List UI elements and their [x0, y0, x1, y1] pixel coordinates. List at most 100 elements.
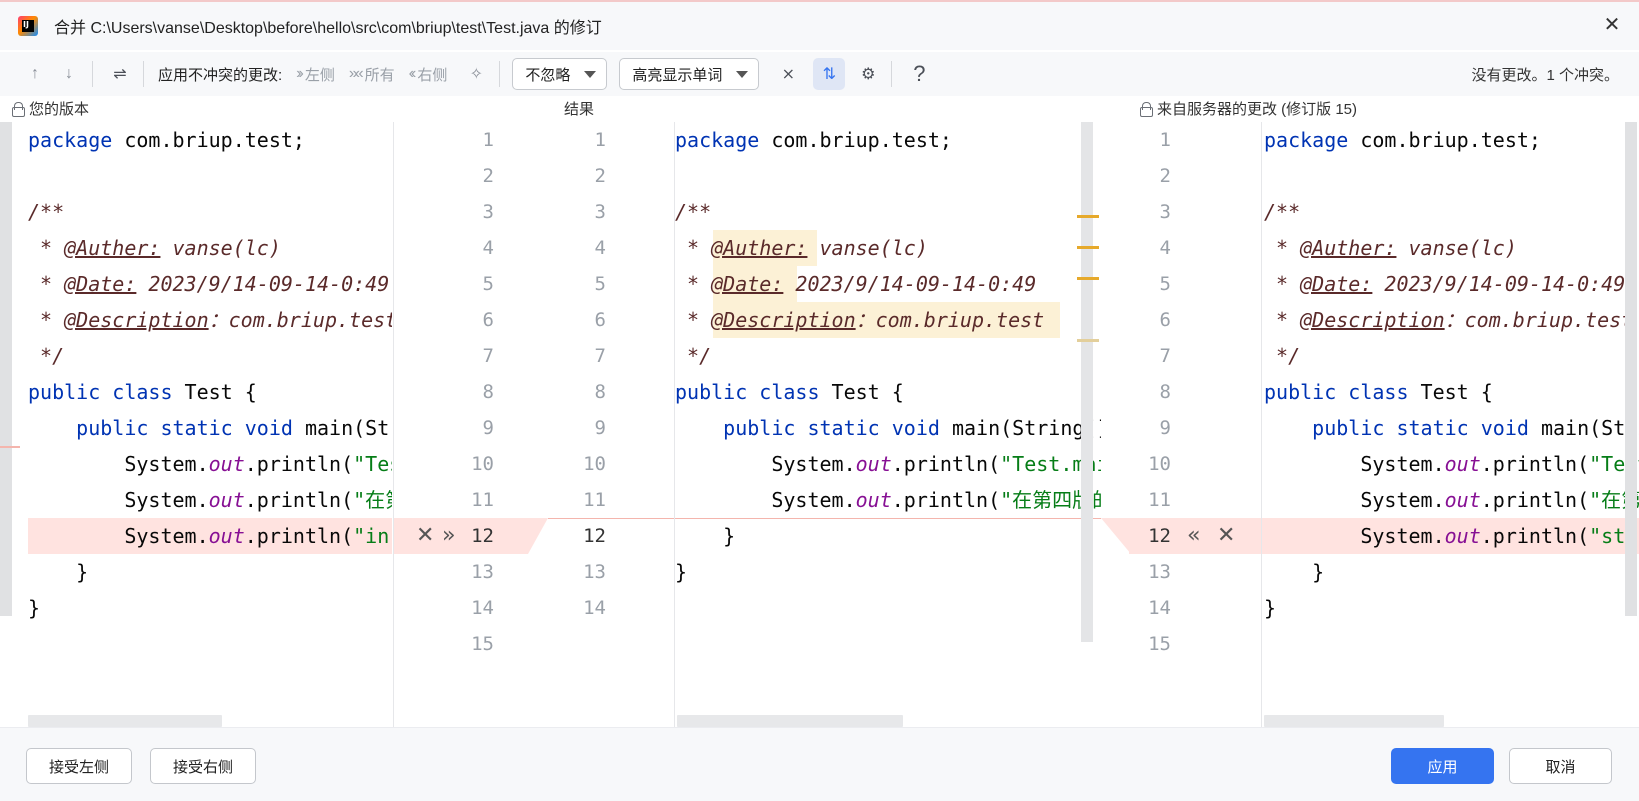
code-line: * @Date: 2023/9/14-09-14-0:49: [675, 272, 1037, 296]
line-number: 8: [482, 381, 494, 403]
intellij-logo-icon: IJ: [18, 16, 38, 36]
close-icon[interactable]: ✕: [1601, 14, 1623, 36]
dialog-footer: 接受左侧 接受右侧 应用 取消: [0, 727, 1639, 801]
line-number: 15: [471, 633, 494, 655]
line-number: 6: [482, 309, 494, 331]
collapse-unchanged-icon[interactable]: ⨯: [773, 59, 803, 89]
apply-all-button[interactable]: »« 所有: [349, 64, 395, 85]
right-pane-header: 来自服务器的更改 (修订版 15): [1140, 96, 1357, 120]
result-editor[interactable]: package com.briup.test; /** * @Auther: v…: [675, 122, 1101, 727]
accept-right-button[interactable]: 接受右侧: [150, 748, 256, 784]
code-line: package com.briup.test;: [28, 128, 305, 152]
double-chevron-left-icon: ‹‹: [408, 65, 416, 82]
code-line: public static void main(String[] args) {: [1264, 416, 1639, 440]
toolbar-separator: [92, 61, 93, 87]
compare-contents-icon[interactable]: ⇌: [105, 59, 135, 89]
left-editor[interactable]: package com.briup.test; /** * @Auther: v…: [0, 122, 392, 727]
code-line: * @Date: 2023/9/14-09-14-0:49: [1264, 272, 1626, 296]
magic-resolve-icon[interactable]: ✧: [461, 59, 491, 89]
line-number: 9: [594, 417, 606, 439]
line-number: 14: [1148, 597, 1171, 619]
result-horizontal-scrollbar[interactable]: [677, 715, 903, 727]
apply-left-label: 左侧: [304, 66, 335, 84]
toolbar-separator: [143, 61, 144, 87]
code-line: * @Auther: vanse(lc): [28, 236, 281, 260]
code-line: System.out.println("Test.main");: [28, 452, 392, 476]
apply-button[interactable]: 应用: [1391, 748, 1494, 784]
right-vertical-scrollbar[interactable]: [1625, 122, 1637, 616]
discard-left-icon[interactable]: ✕: [416, 518, 434, 554]
apply-left-chevron-icon[interactable]: ››: [442, 518, 455, 554]
right-horizontal-scrollbar[interactable]: [1264, 715, 1444, 727]
cancel-button[interactable]: 取消: [1509, 748, 1612, 784]
line-number: 10: [471, 453, 494, 475]
discard-right-icon[interactable]: ✕: [1217, 518, 1235, 554]
code-line: */: [28, 344, 65, 368]
line-number: 3: [482, 201, 494, 223]
title-bar: IJ 合并 C:\Users\vanse\Desktop\before\hell…: [0, 0, 1639, 50]
center-pane-title: 结果: [564, 100, 595, 118]
line-number: 10: [583, 453, 606, 475]
code-line: * @Description：com.briup.test: [675, 308, 1045, 332]
code-line-conflict: System.out.println("str from server");: [1264, 524, 1638, 548]
conflict-connector: [1101, 518, 1131, 554]
code-line: }: [1264, 560, 1325, 584]
line-number: 11: [1148, 489, 1171, 511]
apply-all-label: 所有: [364, 66, 395, 84]
line-number: 10: [1148, 453, 1171, 475]
line-number: 3: [1159, 201, 1171, 223]
apply-non-conflicting-label: 应用不冲突的更改:: [158, 66, 283, 84]
code-line: public class Test {: [28, 380, 257, 404]
line-number: 12: [471, 525, 494, 547]
previous-difference-icon[interactable]: ↑: [20, 59, 50, 89]
left-horizontal-scrollbar[interactable]: [28, 715, 222, 727]
toolbar-separator: [499, 61, 501, 87]
help-icon[interactable]: ?: [904, 59, 934, 89]
line-number: 2: [482, 165, 494, 187]
left-vertical-scrollbar[interactable]: [0, 122, 12, 616]
apply-left-button[interactable]: ›› 左侧: [296, 64, 335, 85]
highlight-words-dropdown[interactable]: 高亮显示单词: [619, 58, 760, 90]
line-number: 12: [1148, 525, 1171, 547]
code-line: public static void main(String[] args) {: [28, 416, 392, 440]
sync-scroll-icon[interactable]: ⇅: [813, 58, 846, 90]
line-number: 5: [1159, 273, 1171, 295]
code-line: public static void main(String[] args) {: [675, 416, 1101, 440]
apply-right-button[interactable]: ‹‹ 右侧: [409, 64, 448, 85]
double-chevron-right-icon: ››: [296, 65, 303, 82]
line-number: 5: [482, 273, 494, 295]
settings-gear-icon[interactable]: ⚙: [853, 59, 883, 89]
left-gutter: ✕ ›› 1 2 3 4 5 6 7 8 9 10 11 12 13 14 15 1 2 3 4 5 6 7 8 9 10 11…: [394, 122, 674, 727]
center-pane-header: 结果: [564, 96, 594, 120]
line-number: 8: [1159, 381, 1171, 403]
merge-status-text: 没有更改。1 个冲突。: [1471, 66, 1619, 84]
accept-left-button[interactable]: 接受左侧: [26, 748, 132, 784]
result-vertical-scrollbar[interactable]: [1081, 122, 1093, 642]
toolbar-separator: [891, 61, 893, 87]
ignore-whitespace-dropdown[interactable]: 不忽略: [512, 58, 608, 90]
toolbar: ↑ ↓ ⇌ 应用不冲突的更改: ›› 左侧 »« 所有 ‹‹ 右侧 ✧ 不忽略 高亮显…: [0, 52, 1639, 96]
line-number: 13: [471, 561, 494, 583]
line-number: 14: [471, 597, 494, 619]
line-number: 6: [1159, 309, 1171, 331]
code-line: }: [28, 596, 41, 620]
right-gutter: ‹‹ ✕ 1 2 3 4 5 6 7 8 9 10 11 12 13 14 15: [1101, 122, 1261, 727]
line-number: 8: [594, 381, 606, 403]
code-line: * @Date: 2023/9/14-09-14-0:49: [28, 272, 390, 296]
code-line-conflict: System.out.println("in the left version"…: [28, 524, 390, 548]
code-line: System.out.println("Test.main");: [675, 452, 1101, 476]
change-marker: [1077, 215, 1099, 218]
chevron-down-icon: [736, 70, 749, 78]
line-number: 1: [482, 129, 494, 151]
line-number: 14: [583, 597, 606, 619]
line-number: 7: [482, 345, 494, 367]
apply-right-chevron-icon[interactable]: ‹‹: [1187, 518, 1200, 554]
next-difference-icon[interactable]: ↓: [54, 59, 84, 89]
change-marker: [1077, 339, 1099, 342]
line-number: 11: [583, 489, 606, 511]
right-editor[interactable]: package com.briup.test; /** * @Auther: v…: [1262, 122, 1639, 727]
change-marker: [1077, 246, 1099, 249]
line-number: 6: [594, 309, 606, 331]
ignore-whitespace-value: 不忽略: [525, 66, 571, 84]
code-line: public class Test {: [675, 380, 904, 404]
